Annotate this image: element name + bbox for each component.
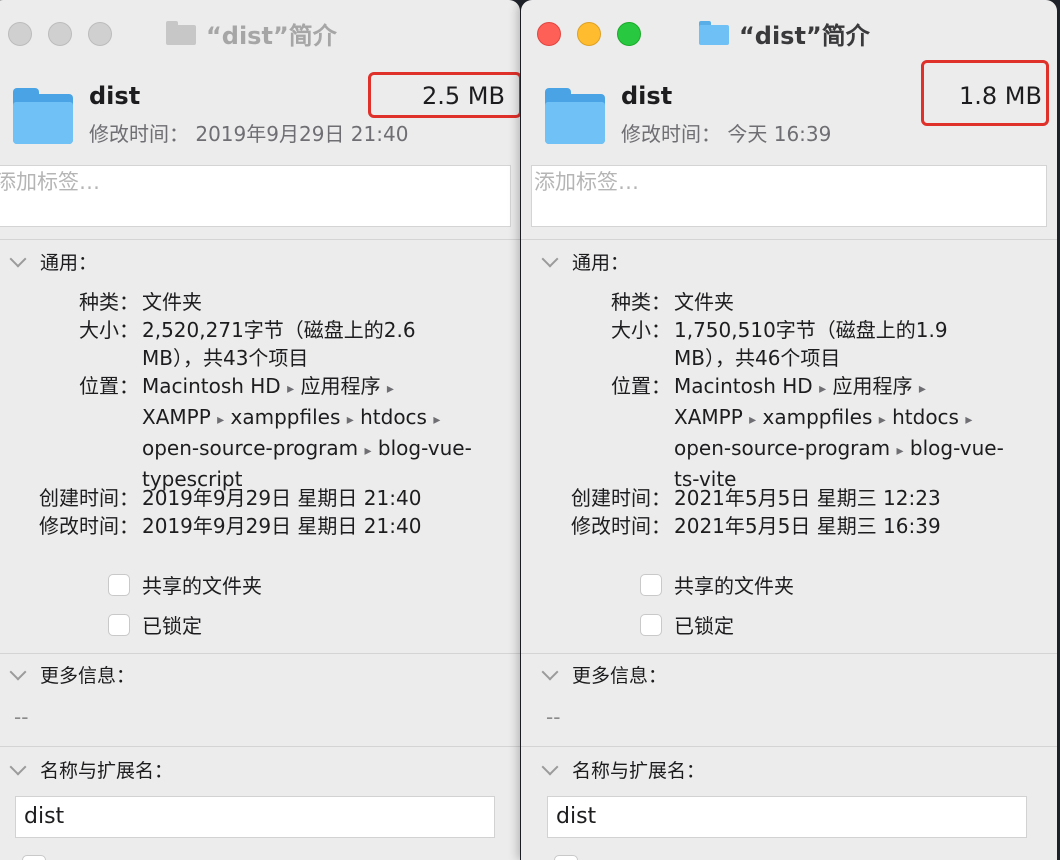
divider — [521, 239, 1057, 240]
file-name: dist — [621, 82, 673, 110]
name-ext-field[interactable] — [15, 796, 495, 838]
path-arrow-icon: ▸ — [346, 412, 354, 428]
path-arrow-icon: ▸ — [896, 443, 904, 459]
title-bar[interactable]: “dist”简介 — [0, 0, 520, 64]
tags-field[interactable] — [531, 165, 1047, 227]
path-arrow-icon: ▸ — [749, 412, 757, 428]
section-general-header[interactable]: 通用： — [541, 248, 629, 275]
tags-input[interactable] — [532, 166, 1046, 198]
path-arrow-icon: ▸ — [819, 381, 827, 397]
section-name-ext-header[interactable]: 名称与扩展名： — [9, 756, 173, 783]
where-path: Macintosh HD ▸ 应用程序 ▸ XAMPP ▸ xamppfiles… — [142, 374, 472, 491]
path-arrow-icon: ▸ — [217, 412, 225, 428]
path-arrow-icon: ▸ — [287, 381, 295, 397]
tags-field[interactable] — [0, 165, 511, 227]
path-arrow-icon: ▸ — [965, 412, 973, 428]
folder-icon — [699, 21, 729, 45]
info-window-left: “dist”简介 dist 修改时间： 2019年9月29日 21:40 2.5… — [0, 0, 520, 860]
section-more-info-header[interactable]: 更多信息： — [9, 661, 135, 688]
chevron-down-icon[interactable] — [9, 250, 27, 267]
minimize-button[interactable] — [577, 22, 601, 46]
info-window-right: “dist”简介 dist 修改时间： 今天 16:39 1.8 MB 通用： … — [521, 0, 1057, 860]
section-name-ext-header[interactable]: 名称与扩展名： — [541, 756, 705, 783]
close-button[interactable] — [537, 22, 561, 46]
chevron-down-icon[interactable] — [541, 663, 559, 680]
section-more-info-header[interactable]: 更多信息： — [541, 661, 667, 688]
tags-input[interactable] — [0, 166, 510, 198]
size-highlight-box — [921, 60, 1049, 126]
chevron-down-icon[interactable] — [9, 758, 27, 775]
more-info-value: -- — [546, 705, 561, 729]
locked-checkbox[interactable]: 已锁定 — [108, 610, 202, 639]
zoom-button[interactable] — [88, 22, 112, 46]
shared-folder-checkbox[interactable]: 共享的文件夹 — [640, 570, 794, 599]
hide-extension-checkbox[interactable] — [554, 855, 578, 860]
where-path: Macintosh HD ▸ 应用程序 ▸ XAMPP ▸ xamppfiles… — [674, 374, 1004, 491]
divider — [521, 653, 1057, 654]
folder-icon — [545, 88, 605, 144]
title-bar[interactable]: “dist”简介 — [521, 0, 1057, 64]
divider — [0, 239, 520, 240]
name-ext-input[interactable] — [22, 803, 492, 830]
shared-folder-checkbox[interactable]: 共享的文件夹 — [108, 570, 262, 599]
modified-summary: 修改时间： 2019年9月29日 21:40 — [89, 122, 409, 146]
file-name: dist — [89, 82, 141, 110]
size-highlight-box — [368, 72, 520, 118]
path-arrow-icon: ▸ — [364, 443, 372, 459]
chevron-down-icon[interactable] — [541, 758, 559, 775]
name-ext-input[interactable] — [554, 803, 1024, 830]
hide-extension-checkbox[interactable] — [22, 855, 46, 860]
zoom-button[interactable] — [617, 22, 641, 46]
modified-summary: 修改时间： 今天 16:39 — [621, 122, 832, 146]
chevron-down-icon[interactable] — [541, 250, 559, 267]
section-general-header[interactable]: 通用： — [9, 248, 97, 275]
divider — [0, 746, 520, 747]
path-arrow-icon: ▸ — [918, 381, 926, 397]
path-arrow-icon: ▸ — [386, 381, 394, 397]
path-arrow-icon: ▸ — [878, 412, 886, 428]
more-info-value: -- — [14, 705, 29, 729]
window-title: “dist”简介 — [166, 17, 337, 50]
folder-icon — [166, 21, 196, 45]
locked-checkbox[interactable]: 已锁定 — [640, 610, 734, 639]
path-arrow-icon: ▸ — [433, 412, 441, 428]
chevron-down-icon[interactable] — [9, 663, 27, 680]
minimize-button[interactable] — [48, 22, 72, 46]
divider — [521, 746, 1057, 747]
divider — [0, 653, 520, 654]
close-button[interactable] — [8, 22, 32, 46]
name-ext-field[interactable] — [547, 796, 1027, 838]
window-title: “dist”简介 — [699, 17, 870, 50]
folder-icon — [13, 88, 73, 144]
